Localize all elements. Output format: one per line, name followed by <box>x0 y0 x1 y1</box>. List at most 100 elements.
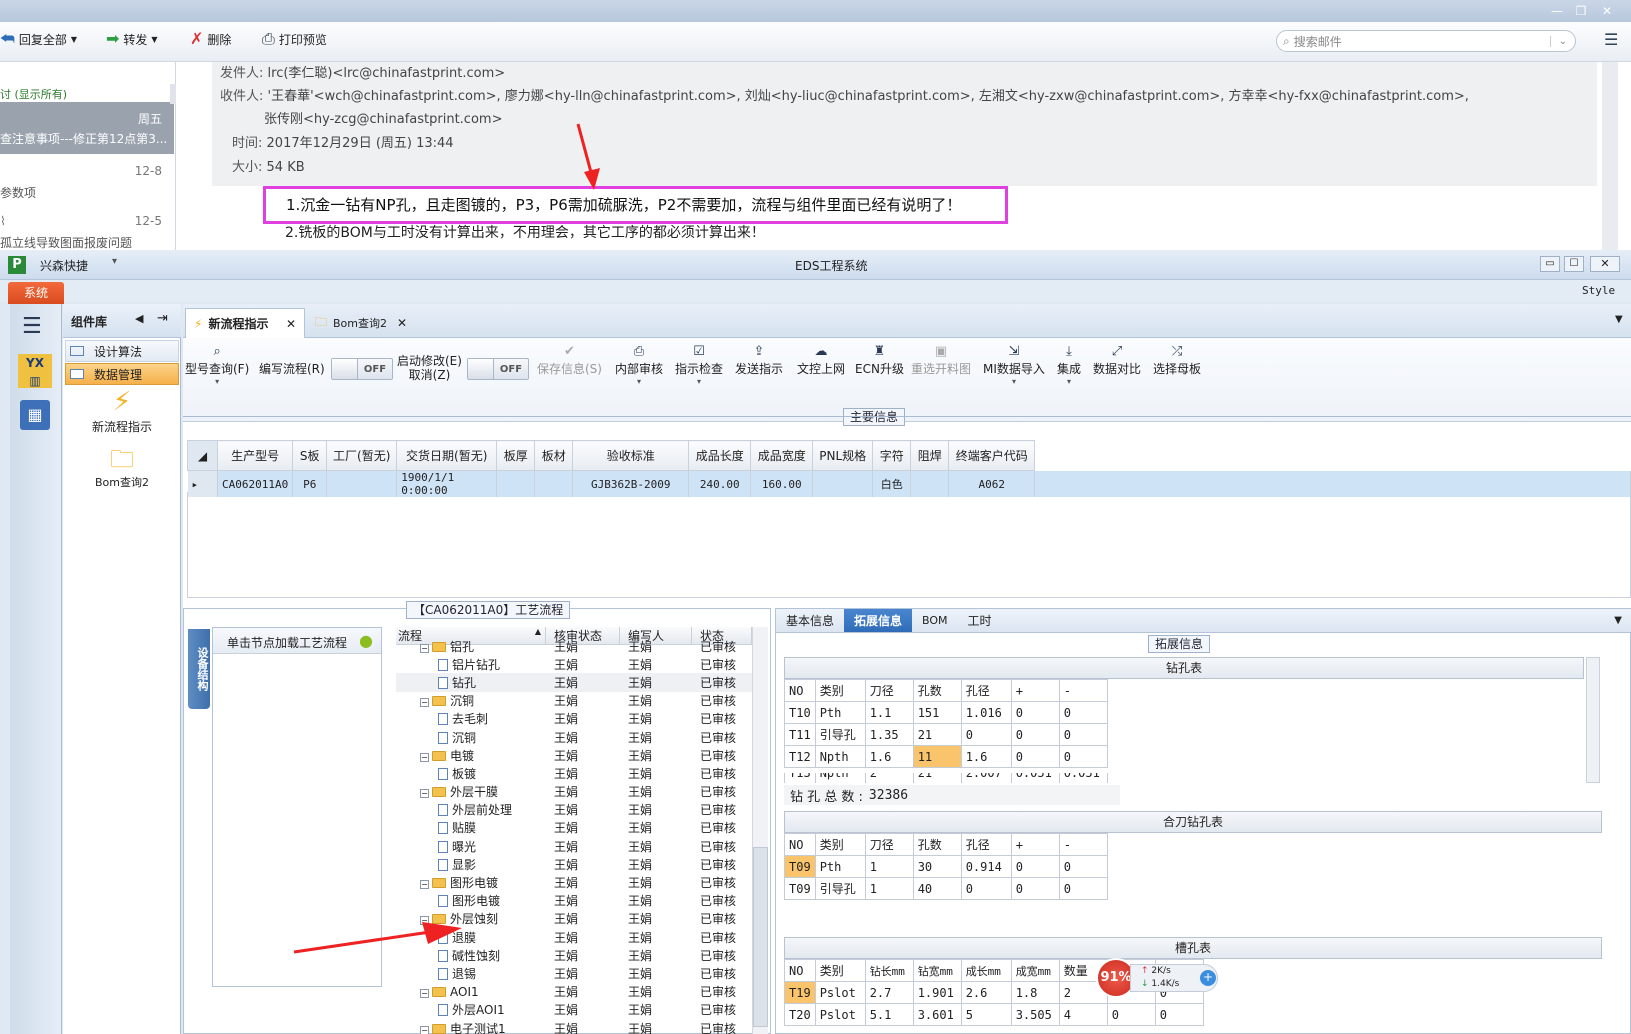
chevron-down-icon[interactable]: ▼ <box>1604 609 1631 632</box>
internal-audit-button[interactable]: ⎙ 内部审核 ▾ <box>615 338 663 422</box>
window-title: EDS工程系统 <box>795 259 868 273</box>
collapse-left-icon[interactable]: ◀ <box>135 312 143 325</box>
table-row[interactable]: T11 引导孔 1.35 21 0 0 0 <box>784 723 1108 746</box>
calculator-icon[interactable]: ▦ <box>20 400 50 430</box>
chevron-down-icon[interactable]: ▼ <box>1615 314 1623 325</box>
tree-row[interactable]: 外层AOI1 王娟 王娟 已审核 <box>396 1001 768 1019</box>
tree-row[interactable]: 沉铜 王娟 王娟 已审核 <box>396 728 768 746</box>
integrate-button[interactable]: ⤓ 集成 ▾ <box>1057 338 1081 422</box>
reselect-cut-button[interactable]: ▣ 重选开料图 <box>911 338 971 422</box>
tab-extended-info[interactable]: 拓展信息 <box>844 609 913 632</box>
table-row[interactable]: T20 Pslot 5.1 3.601 5 3.505 4 0 0 <box>784 1003 1204 1026</box>
chevron-down-icon[interactable]: ▾ <box>112 256 117 267</box>
mail-scrollbar[interactable] <box>1602 62 1618 260</box>
write-flow-toggle[interactable]: OFF <box>331 358 393 380</box>
close-tab-icon[interactable]: ✕ <box>397 316 407 330</box>
chevron-down-icon[interactable]: ▼ <box>71 35 77 44</box>
chevron-down-icon: ▾ <box>215 377 220 386</box>
data-compare-button[interactable]: ⤢ 数据对比 <box>1093 338 1141 422</box>
style-menu[interactable]: Style <box>1582 284 1615 297</box>
network-monitor[interactable]: 91% ↑ 2K/s ↓ 1.4K/s + <box>1096 958 1222 998</box>
chevron-down-icon[interactable]: ▼ <box>151 35 157 44</box>
component-lib-title: 组件库 <box>71 315 108 329</box>
tree-row[interactable]: 曝光 王娟 王娟 已审核 <box>396 837 768 855</box>
table-row[interactable]: T09 Pth 1 30 0.914 0 0 <box>784 855 1108 878</box>
minimize-icon[interactable]: ▭ <box>1540 256 1560 272</box>
collapse-icon[interactable]: − <box>420 988 429 998</box>
tab-bom-query[interactable]: 🗀 Bom查询2 ✕ <box>307 308 415 338</box>
chevron-down-icon[interactable]: ⌄ <box>1549 35 1575 47</box>
tree-row[interactable]: − 外层干膜 王娟 王娟 已审核 <box>396 783 768 801</box>
mi-import-button[interactable]: ⇲ MI数据导入 ▾ <box>983 338 1045 422</box>
delete-button[interactable]: ✗ 删除 <box>190 28 231 50</box>
tree-row[interactable]: − 沉铜 王娟 王娟 已审核 <box>396 692 768 710</box>
pin-icon[interactable]: ⇥ <box>157 311 168 326</box>
tree-row[interactable]: − 电镀 王娟 王娟 已审核 <box>396 746 768 764</box>
table-row[interactable]: T13Npth2212.0070.0510.051 <box>784 773 1108 783</box>
collapse-icon[interactable]: − <box>420 789 429 799</box>
tree-row[interactable]: 图形电镀 王娟 王娟 已审核 <box>396 892 768 910</box>
restore-icon[interactable]: ❐ <box>1572 3 1590 19</box>
collapse-icon[interactable]: − <box>420 643 429 653</box>
collapse-icon[interactable]: − <box>420 752 429 762</box>
hamburger-icon[interactable]: ☰ <box>22 314 42 339</box>
table-row[interactable]: T12 Npth 1.6 11 1.6 0 0 <box>784 745 1108 768</box>
tab-new-flow[interactable]: ⚡ 新流程指示 ✕ <box>185 308 305 338</box>
lib-item-data-mgmt[interactable]: 数据管理 <box>65 363 179 385</box>
reply-all-button[interactable]: ⮪ 回复全部 ▼ <box>0 28 77 50</box>
tree-row[interactable]: 板镀 王娟 王娟 已审核 <box>396 764 768 782</box>
mail-list-filter[interactable]: 讨 (显示所有) <box>0 86 67 102</box>
system-tab[interactable]: 系统 <box>8 282 64 304</box>
collapse-icon[interactable]: − <box>420 880 429 890</box>
list-item[interactable]: 周五 查注意事项---修正第12点第3... <box>0 102 174 154</box>
instruction-check-button[interactable]: ☑ 指示检查 ▾ <box>675 338 723 422</box>
send-instruction-button[interactable]: ⇪ 发送指示 <box>735 338 783 422</box>
tab-bom[interactable]: BOM <box>912 609 958 632</box>
doc-online-button[interactable]: ☁ 文控上网 <box>797 338 845 422</box>
grid-icon <box>70 369 84 379</box>
tree-row[interactable]: − 电子测试1 王娟 王娟 已审核 <box>396 1019 768 1034</box>
close-icon[interactable]: ✕ <box>1598 3 1616 19</box>
tree-row[interactable]: 去毛刺 王娟 王娟 已审核 <box>396 710 768 728</box>
tree-row[interactable]: 退锡 王娟 王娟 已审核 <box>396 964 768 982</box>
minimize-icon[interactable]: — <box>1548 3 1566 19</box>
tree-node-label: AOI1 <box>450 984 479 999</box>
tree-row[interactable]: 铝片钻孔 王娟 王娟 已审核 <box>396 655 768 673</box>
menu-icon[interactable]: ☰ <box>1604 30 1618 49</box>
tree-row[interactable]: 贴膜 王娟 王娟 已审核 <box>396 819 768 837</box>
table-row[interactable]: T10 Pth 1.1 151 1.016 0 0 <box>784 701 1108 724</box>
tab-basic-info[interactable]: 基本信息 <box>776 609 844 632</box>
tree-row[interactable]: − 图形电镀 王娟 王娟 已审核 <box>396 873 768 891</box>
collapse-icon[interactable]: − <box>420 698 429 708</box>
yx-module-icon[interactable]: YX ▥ <box>18 354 52 388</box>
drill-scrollbar[interactable] <box>1586 657 1600 783</box>
tree-row[interactable]: − 铝孔 王娟 王娟 已审核 <box>396 637 768 655</box>
model-query-button[interactable]: ⌕ 型号查询(F) ▾ <box>185 338 249 422</box>
save-info-button[interactable]: ✔ 保存信息(S) <box>537 338 602 422</box>
tree-row[interactable]: 外层前处理 王娟 王娟 已审核 <box>396 801 768 819</box>
side-tab-equipment[interactable]: 设备结构 <box>188 629 210 709</box>
tree-row[interactable]: 钻孔 王娟 王娟 已审核 <box>396 673 768 692</box>
tree-row[interactable]: 显影 王娟 王娟 已审核 <box>396 855 768 873</box>
tree-row[interactable]: − AOI1 王娟 王娟 已审核 <box>396 983 768 1001</box>
print-preview-button[interactable]: ⎙ 打印预览 <box>262 28 327 50</box>
maximize-icon[interactable]: ☐ <box>1564 256 1584 272</box>
forward-button[interactable]: ➡ 转发 ▼ <box>106 28 158 50</box>
tree-scrollbar[interactable] <box>752 627 768 1034</box>
lib-item-design-algo[interactable]: 设计算法 <box>65 340 179 362</box>
table-row[interactable]: T09 引导孔 1 40 0 0 0 <box>784 877 1108 900</box>
search-input[interactable]: ⌕ 搜索邮件 ⌄ <box>1276 30 1576 52</box>
list-item[interactable]: 12-8 参数项 <box>0 158 174 206</box>
plus-icon[interactable]: + <box>1200 970 1216 986</box>
process-flow-panel: 【CA062011A0】工艺流程 设备结构 单击节点加载工艺流程 ● 流程 ▲ 核… <box>183 601 771 1034</box>
select-mother-board-button[interactable]: ⤮ 选择母板 <box>1153 338 1201 422</box>
list-item[interactable]: 12-5 ⌇ 孤立线导致图面报废问题 <box>0 210 174 250</box>
lib-new-flow[interactable]: ⚡ 新流程指示 <box>63 386 181 442</box>
close-tab-icon[interactable]: ✕ <box>286 317 296 331</box>
tab-work-hours[interactable]: 工时 <box>958 609 1002 632</box>
close-icon[interactable]: ✕ <box>1590 256 1620 272</box>
start-edit-toggle[interactable]: OFF <box>467 358 529 380</box>
collapse-icon[interactable]: − <box>420 1025 429 1034</box>
sort-icon[interactable]: ▲ <box>535 627 545 636</box>
lib-bom-query[interactable]: 🗀 Bom查询2 <box>63 444 181 494</box>
